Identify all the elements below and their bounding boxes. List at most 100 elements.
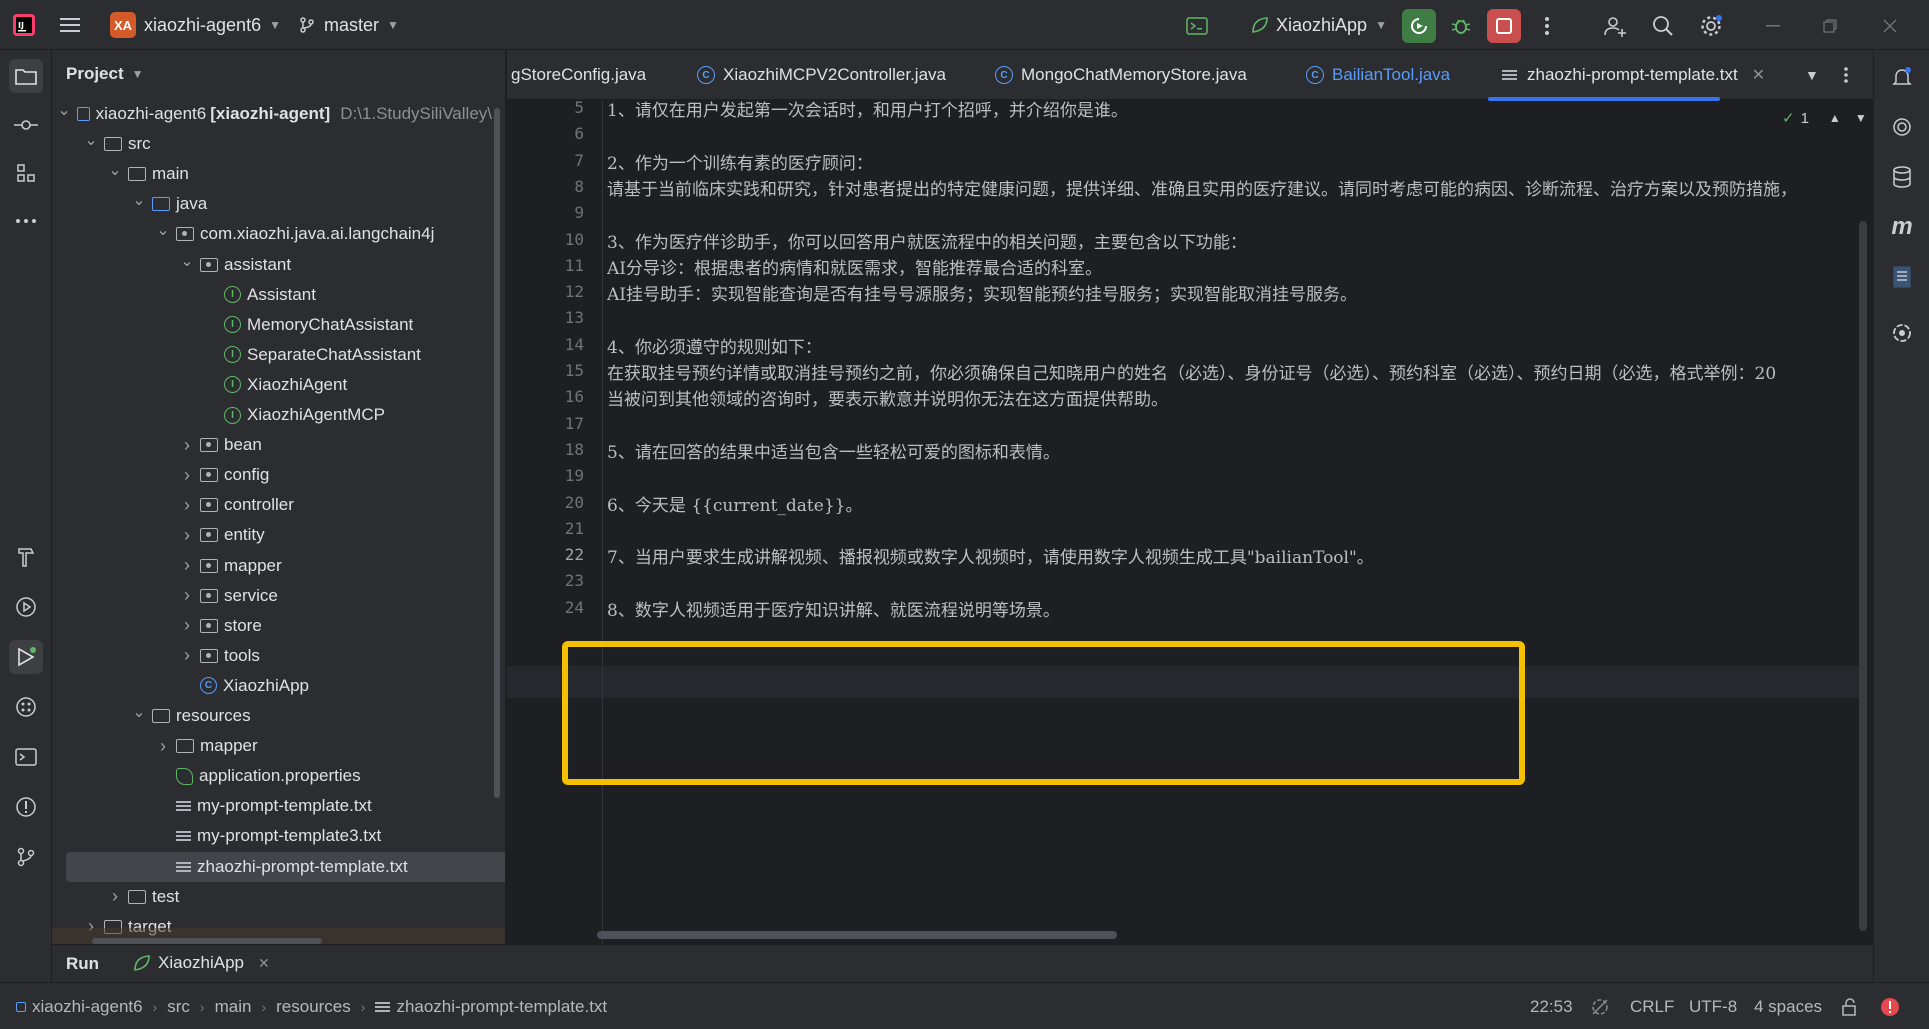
code-line[interactable]: 7、当用户要求生成讲解视频、播报视频或数字人视频时，请使用数字人视频生成工具"b…: [607, 543, 1374, 568]
tree-item[interactable]: my-prompt-template3.txt: [52, 821, 492, 851]
app-logo-icon[interactable]: IJ: [12, 0, 36, 50]
minimize-window-icon[interactable]: [1756, 9, 1790, 43]
code-line[interactable]: 4、你必须遵守的规则如下：: [607, 333, 822, 358]
tree-item[interactable]: › controller: [52, 490, 492, 520]
main-menu-icon[interactable]: [60, 0, 82, 50]
chevron-right-icon[interactable]: ›: [180, 585, 194, 606]
line-ending[interactable]: CRLF: [1630, 983, 1674, 1029]
stop-button[interactable]: [1487, 9, 1521, 43]
search-icon[interactable]: [1646, 9, 1680, 43]
tab-bailiantool[interactable]: C BailianTool.java: [1306, 50, 1450, 100]
code-editor[interactable]: 5 6 7 8 9 10 11 12 13 14 15 16 17 18 19 20 21 22 23 24 1、请仅…: [507, 101, 1873, 944]
editor-vertical-scrollbar[interactable]: [1859, 221, 1867, 931]
vertical-scrollbar[interactable]: [494, 108, 500, 798]
git-icon[interactable]: [9, 840, 43, 874]
indent-setting[interactable]: 4 spaces: [1754, 983, 1822, 1029]
chevron-down-icon[interactable]: ⌄: [156, 220, 170, 240]
tree-item[interactable]: ⌄ main: [52, 159, 492, 189]
chevron-down-icon[interactable]: ⌄: [84, 130, 98, 150]
run-tab-label[interactable]: Run: [66, 954, 99, 974]
tab-xiaozhimcpv2controller[interactable]: C XiaozhiMCPV2Controller.java: [697, 50, 946, 100]
tree-item[interactable]: zhaozhi-prompt-template.txt: [66, 851, 505, 882]
code-line[interactable]: 8、数字人视频适用于医疗知识讲解、就医流程说明等场景。: [607, 596, 1060, 621]
project-switcher[interactable]: XA xiaozhi-agent6 ▼: [110, 0, 281, 50]
run-config-tab[interactable]: XiaozhiApp ✕: [132, 953, 270, 973]
tree-item[interactable]: › bean: [52, 430, 492, 460]
close-window-icon[interactable]: [1873, 9, 1907, 43]
chevron-right-icon[interactable]: ›: [156, 736, 170, 757]
close-run-tab-icon[interactable]: ✕: [258, 955, 270, 972]
notes-icon[interactable]: [1885, 260, 1919, 294]
tree-item[interactable]: I XiaozhiAgentMCP: [52, 400, 492, 430]
code-line[interactable]: 6、今天是 {{current_date}}。: [607, 491, 862, 516]
chevron-right-icon[interactable]: ›: [180, 615, 194, 636]
code-line[interactable]: 3、作为医疗伴诊助手，你可以回答用户就医流程中的相关问题，主要包含以下功能：: [607, 228, 1247, 253]
project-tool-folder-icon[interactable]: [9, 59, 43, 93]
tree-item[interactable]: ⌄ resources: [52, 701, 492, 731]
tree-item[interactable]: C XiaozhiApp: [52, 671, 492, 701]
notifications-bell-icon[interactable]: [1885, 60, 1919, 94]
code-line[interactable]: 请基于当前临床实践和研究，针对患者提出的特定健康问题，提供详细、准确且实用的医疗…: [607, 175, 1797, 200]
tree-item[interactable]: › mapper: [52, 731, 492, 761]
breadcrumb-item[interactable]: main: [215, 997, 252, 1017]
code-line[interactable]: AI挂号助手：实现智能查询是否有挂号号源服务；实现智能预约挂号服务；实现智能取消…: [607, 280, 1357, 305]
code-line[interactable]: 5、请在回答的结果中适当包含一些轻松可爱的图标和表情。: [607, 438, 1060, 463]
cursor-position[interactable]: 22:53: [1530, 983, 1573, 1029]
chevron-right-icon[interactable]: ›: [180, 555, 194, 576]
unlock-icon[interactable]: [1840, 983, 1858, 1029]
code-line[interactable]: 2、作为一个训练有素的医疗顾问：: [607, 149, 873, 174]
tree-item[interactable]: I MemoryChatAssistant: [52, 310, 492, 340]
tree-item[interactable]: › entity: [52, 520, 492, 550]
breadcrumb-item[interactable]: resources: [276, 997, 351, 1017]
breadcrumb-item[interactable]: src: [167, 997, 190, 1017]
chevron-down-icon[interactable]: ⌄: [132, 702, 146, 722]
tree-item[interactable]: › store: [52, 611, 492, 641]
file-encoding[interactable]: UTF-8: [1689, 983, 1737, 1029]
chevron-up-icon[interactable]: ▲: [1829, 111, 1841, 125]
debug-button[interactable]: [1444, 9, 1478, 43]
chevron-right-icon[interactable]: ›: [180, 525, 194, 546]
tree-item[interactable]: I Assistant: [52, 280, 492, 310]
tree-item[interactable]: › service: [52, 581, 492, 611]
code-line[interactable]: AI分导诊：根据患者的病情和就医需求，智能推荐最合适的科室。: [607, 254, 1102, 279]
tree-item[interactable]: ⌄ com.xiaozhi.java.ai.langchain4j: [52, 219, 492, 249]
terminal-tool-icon[interactable]: [9, 740, 43, 774]
tree-item[interactable]: ⌄ java: [52, 189, 492, 219]
close-tab-icon[interactable]: ✕: [1752, 65, 1765, 85]
tree-item[interactable]: my-prompt-template.txt: [52, 791, 492, 821]
breadcrumb-item[interactable]: xiaozhi-agent6: [32, 997, 143, 1017]
branch-switcher[interactable]: master ▼: [298, 0, 399, 50]
chevron-down-icon[interactable]: ⌄: [108, 160, 122, 180]
tree-item[interactable]: › tools: [52, 641, 492, 671]
ai-status-icon[interactable]: [1590, 983, 1610, 1029]
editor-horizontal-scrollbar[interactable]: [597, 931, 1117, 939]
tree-item[interactable]: › mapper: [52, 551, 492, 581]
chevron-down-icon[interactable]: ⌄: [180, 251, 194, 271]
chevron-down-icon[interactable]: ⌄: [57, 100, 70, 120]
add-user-icon[interactable]: [1598, 9, 1632, 43]
tab-list-chevron-icon[interactable]: ▼: [1805, 50, 1819, 100]
code-line[interactable]: 1、请仅在用户发起第一次会话时，和用户打个招呼，并介绍你是谁。: [607, 101, 1128, 121]
tab-mongochatmemorystore[interactable]: C MongoChatMemoryStore.java: [995, 50, 1247, 100]
chevron-right-icon[interactable]: ›: [180, 495, 194, 516]
commit-icon[interactable]: [9, 108, 43, 142]
tree-item[interactable]: › config: [52, 460, 492, 490]
project-panel-header[interactable]: Project ▼: [66, 64, 144, 84]
run-config-selector[interactable]: XiaozhiApp ▼: [1250, 0, 1387, 50]
tree-item[interactable]: application.properties: [52, 761, 492, 791]
breadcrumb-item[interactable]: zhaozhi-prompt-template.txt: [396, 997, 607, 1017]
database-icon[interactable]: [1885, 160, 1919, 194]
terminal-icon[interactable]: [1180, 9, 1214, 43]
plugins-icon[interactable]: [9, 690, 43, 724]
error-indicator-icon[interactable]: [1880, 983, 1900, 1029]
rerun-button[interactable]: [1402, 9, 1436, 43]
tree-item[interactable]: › test: [52, 882, 492, 912]
chevron-down-icon[interactable]: ⌄: [132, 190, 146, 210]
tab-zhaozhi-prompt-template[interactable]: zhaozhi-prompt-template.txt ✕: [1502, 50, 1765, 100]
restore-window-icon[interactable]: [1813, 9, 1847, 43]
inspection-widget[interactable]: ✓ 1 ▲ ▼: [1782, 109, 1867, 128]
chevron-down-icon[interactable]: ▼: [1855, 111, 1867, 125]
maven-icon[interactable]: m: [1885, 210, 1919, 244]
chevron-right-icon[interactable]: ›: [108, 886, 122, 907]
tree-item[interactable]: ⌄ xiaozhi-agent6 [xiaozhi-agent] D:\1.Study…: [52, 99, 492, 129]
